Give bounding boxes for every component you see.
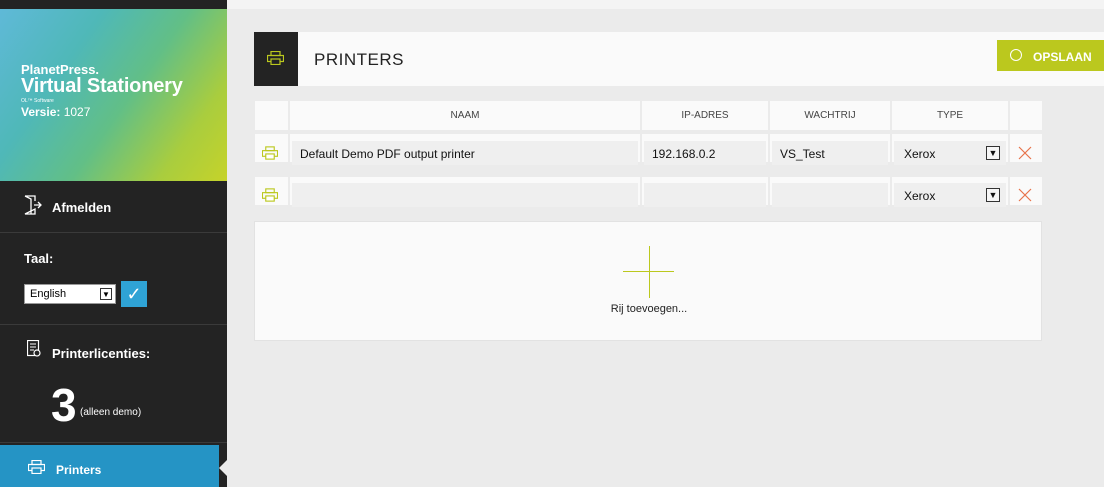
printer-type-select[interactable]: Xerox ▼ [894, 141, 1006, 165]
column-header-ip: IP-ADRES [642, 101, 768, 130]
licenses-count: 3 [51, 379, 77, 431]
version-label: Versie: [21, 105, 61, 119]
sidebar-item-printers[interactable]: Printers [0, 445, 219, 487]
language-select-value: English [30, 288, 67, 300]
top-strip [227, 0, 1104, 9]
header-badge [254, 32, 298, 86]
printer-name-input[interactable] [292, 183, 638, 207]
printer-type-select[interactable]: Xerox ▼ [894, 183, 1006, 207]
logout-label: Afmelden [52, 200, 112, 215]
refresh-icon [1010, 49, 1022, 61]
printer-queue-input[interactable]: VS_Test [772, 141, 888, 165]
chevron-down-icon: ▼ [986, 146, 1000, 160]
license-section: Printerlicenties: 3 (alleen demo) [0, 325, 227, 443]
sidebar-item-printers-label: Printers [56, 463, 102, 477]
delete-icon[interactable] [1018, 188, 1032, 202]
language-section: Taal: English ▼ ✓ [0, 233, 227, 325]
page-title: PRINTERS [314, 50, 404, 69]
brand-vendor: OL™ Software [21, 98, 54, 104]
printer-icon [262, 188, 278, 202]
printer-icon [267, 51, 284, 65]
licenses-label: Printerlicenties: [52, 346, 151, 361]
license-icon [27, 340, 41, 357]
column-header-type: TYPE [892, 101, 1008, 130]
column-header-name: NAAM [290, 101, 640, 130]
active-nav-pointer [219, 460, 227, 476]
logout-button[interactable]: Afmelden [0, 181, 227, 233]
brand-panel: PlanetPress. Virtual Stationery OL™ Soft… [0, 9, 227, 181]
version-info: Versie: 1027 [21, 105, 90, 119]
save-button-label: OPSLAAN [1033, 50, 1092, 64]
delete-icon[interactable] [1018, 146, 1032, 160]
save-button[interactable]: OPSLAAN [997, 40, 1104, 71]
printer-type-value: Xerox [904, 147, 936, 161]
checkmark-icon: ✓ [126, 284, 142, 304]
licenses-note: (alleen demo) [80, 407, 142, 418]
add-row-button[interactable]: Rij toevoegen... [254, 221, 1042, 341]
language-label: Taal: [24, 251, 54, 266]
chevron-down-icon: ▼ [100, 288, 112, 300]
language-apply-button[interactable]: ✓ [121, 281, 147, 307]
column-header-actions [1010, 101, 1042, 130]
column-header-icon [255, 101, 288, 130]
chevron-down-icon: ▼ [986, 188, 1000, 202]
printer-name-input[interactable]: Default Demo PDF output printer [292, 141, 638, 165]
page-header: PRINTERS [254, 32, 1104, 86]
printer-ip-input[interactable] [644, 183, 766, 207]
language-select[interactable]: English ▼ [24, 284, 116, 304]
version-value: 1027 [60, 105, 91, 119]
brand-product-name: Virtual Stationery [21, 75, 183, 97]
column-header-queue: WACHTRIJ [770, 101, 890, 130]
plus-icon-vertical [649, 246, 650, 298]
add-row-label: Rij toevoegen... [610, 303, 688, 315]
printer-icon [28, 460, 45, 474]
logout-icon [24, 195, 42, 215]
sidebar: PlanetPress. Virtual Stationery OL™ Soft… [0, 0, 227, 487]
printer-ip-input[interactable]: 192.168.0.2 [644, 141, 766, 165]
printer-type-value: Xerox [904, 189, 936, 203]
printer-icon [262, 146, 278, 160]
printer-queue-input[interactable] [772, 183, 888, 207]
